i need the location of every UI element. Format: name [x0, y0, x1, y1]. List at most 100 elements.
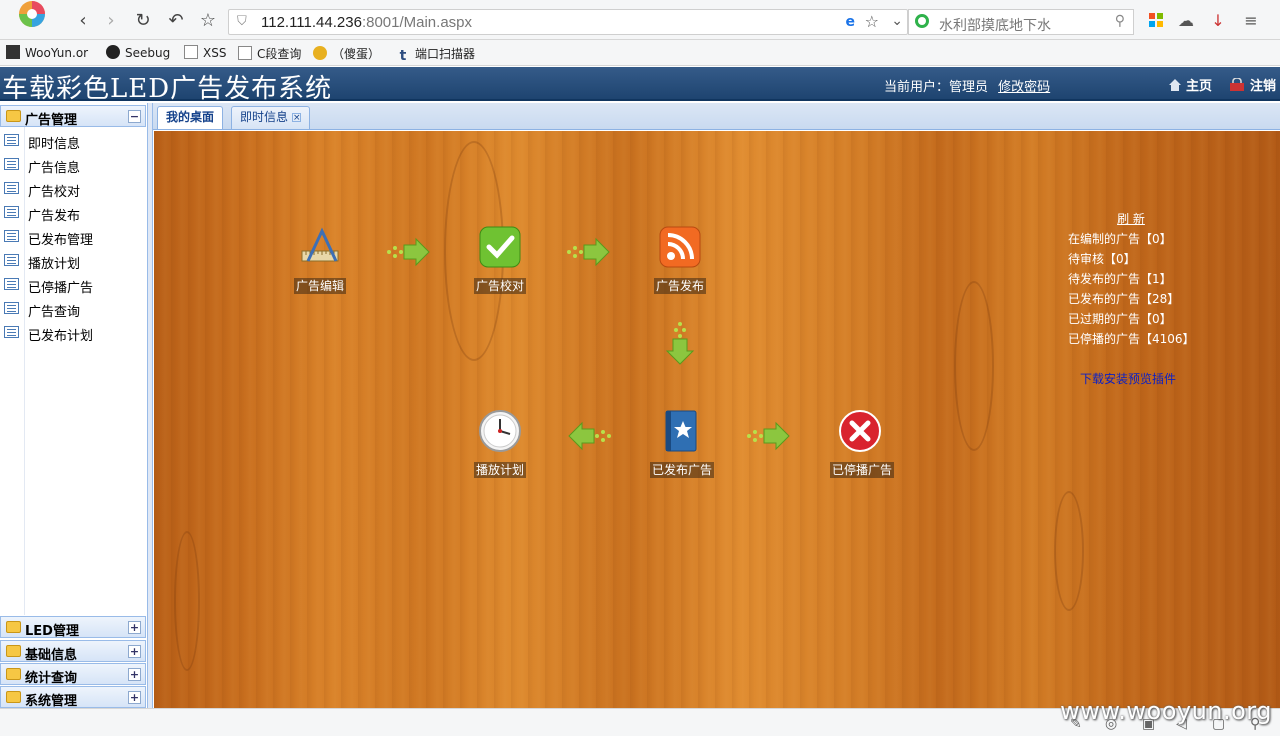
folder-icon: [6, 110, 21, 122]
flow-ad-edit[interactable]: 广告编辑: [290, 225, 350, 294]
list-icon: [4, 182, 19, 194]
home-link[interactable]: 主页: [1168, 75, 1212, 94]
wooyun-icon: [6, 45, 20, 59]
address-bar[interactable]: ⛉ 112.111.44.236:8001/Main.aspx e ☆ ⌄: [228, 9, 908, 35]
wood-knot: [174, 531, 200, 671]
apps-grid-icon[interactable]: [1145, 12, 1167, 28]
search-text: 水利部摸底地下水: [939, 18, 1051, 34]
reload-icon[interactable]: ↻: [132, 10, 154, 32]
browser-logo-icon[interactable]: [12, 0, 52, 34]
sidebar-item-published-plan[interactable]: 已发布计划: [0, 320, 146, 344]
flow-label: 广告校对: [473, 278, 526, 294]
back-icon[interactable]: ‹: [72, 10, 94, 32]
shield-icon: ⛉: [237, 14, 247, 29]
tab-instant-info[interactable]: 即时信息 ×: [231, 106, 311, 129]
home-icon: [1169, 79, 1181, 91]
stat-pending-publish: 待发布的广告【1】: [1068, 272, 1172, 286]
bookmarks-bar: WooYun.or Seebug XSS C段查询 （傻蛋） t 端口扫描器: [0, 40, 1280, 66]
sidebar-splitter[interactable]: [148, 103, 153, 708]
panel-system-management[interactable]: 系统管理 +: [0, 686, 146, 709]
cloud-icon[interactable]: ☁: [1175, 11, 1197, 30]
sidebar-item-ad-proof[interactable]: 广告校对: [0, 176, 146, 200]
expand-icon[interactable]: +: [128, 645, 141, 658]
clock-icon: [479, 410, 521, 452]
watermark: www.wooyun.org: [1060, 697, 1272, 725]
expand-icon[interactable]: +: [128, 691, 141, 704]
flow-label: 已停播广告: [830, 462, 895, 478]
undo-icon[interactable]: ↶: [165, 10, 187, 32]
bookmark-c-segment[interactable]: C段查询: [238, 45, 301, 62]
change-password-link[interactable]: 修改密码: [998, 80, 1050, 95]
user-info: 当前用户：管理员 修改密码: [884, 76, 1050, 95]
bookmark-shadan[interactable]: （傻蛋）: [313, 45, 380, 62]
current-user-label: 当前用户：管理员: [884, 80, 989, 95]
page-icon: [238, 46, 252, 60]
sidebar-item-instant-info[interactable]: 即时信息: [0, 128, 146, 152]
folder-icon: [6, 691, 21, 703]
close-icon[interactable]: ×: [292, 113, 302, 123]
arrow-right-icon: [567, 237, 610, 267]
wood-knot: [954, 281, 994, 451]
search-box[interactable]: 水利部摸底地下水 ⚲: [908, 9, 1134, 35]
flow-stopped-ads[interactable]: 已停播广告: [830, 409, 895, 478]
bookmark-xss[interactable]: XSS: [184, 45, 226, 60]
collapse-icon[interactable]: −: [128, 110, 141, 123]
bookmark-port-scanner[interactable]: t 端口扫描器: [396, 45, 475, 63]
list-icon: [4, 278, 19, 290]
panel-statistics[interactable]: 统计查询 +: [0, 663, 146, 686]
download-plugin-link[interactable]: 下载安装预览插件: [1080, 369, 1228, 389]
stat-expired: 已过期的广告【0】: [1068, 312, 1172, 326]
list-icon: [4, 326, 19, 338]
tumblr-icon: t: [399, 48, 407, 64]
list-icon: [4, 134, 19, 146]
bookmark-seebug[interactable]: Seebug: [106, 45, 170, 60]
bookmark-star-icon[interactable]: ☆: [865, 12, 879, 31]
sidebar-item-ad-query[interactable]: 广告查询: [0, 296, 146, 320]
tab-my-desktop[interactable]: 我的桌面: [157, 106, 224, 129]
sidebar-item-ad-publish[interactable]: 广告发布: [0, 200, 146, 224]
panel-ad-management[interactable]: 广告管理 −: [0, 105, 146, 128]
folder-icon: [6, 645, 21, 657]
panel-basic-info[interactable]: 基础信息 +: [0, 640, 146, 663]
favorite-icon[interactable]: ☆: [197, 10, 219, 32]
flow-published-ads[interactable]: 已发布广告: [650, 409, 715, 478]
checkmark-icon: [479, 226, 521, 268]
expand-icon[interactable]: +: [128, 668, 141, 681]
flow-ad-publish[interactable]: 广告发布: [650, 225, 710, 294]
sidebar: 广告管理 − 即时信息 广告信息 广告校对 广告发布 已发布管理 播放计划 已停…: [0, 103, 148, 709]
flow-label: 已发布广告: [650, 462, 715, 478]
sidebar-item-ad-info[interactable]: 广告信息: [0, 152, 146, 176]
logout-link[interactable]: 注销: [1228, 75, 1276, 94]
expand-icon[interactable]: +: [128, 621, 141, 634]
panel-led-management[interactable]: LED管理 +: [0, 616, 146, 639]
browser-toolbar: ‹ › ↻ ↶ ☆ ⛉ 112.111.44.236:8001/Main.asp…: [0, 0, 1280, 40]
app-title: 车载彩色LED广告发布系统: [2, 74, 333, 104]
menu-icon[interactable]: ≡: [1240, 11, 1262, 30]
dropdown-icon[interactable]: ⌄: [891, 13, 903, 29]
flow-label: 广告编辑: [293, 278, 346, 294]
stat-pending-review: 待审核【0】: [1068, 252, 1136, 266]
search-icon[interactable]: ⚲: [1115, 13, 1125, 29]
forward-icon[interactable]: ›: [100, 10, 122, 32]
ie-mode-icon[interactable]: e: [846, 14, 856, 30]
search-engine-icon: [915, 14, 929, 28]
ruler-triangle-icon: [301, 227, 339, 262]
list-icon: [4, 254, 19, 266]
list-icon: [4, 302, 19, 314]
shadan-icon: [313, 46, 327, 60]
refresh-link[interactable]: 刷 新: [1068, 209, 1194, 229]
sidebar-item-published-mgmt[interactable]: 已发布管理: [0, 224, 146, 248]
download-icon[interactable]: ↓: [1207, 11, 1229, 30]
sidebar-item-stopped-ads[interactable]: 已停播广告: [0, 272, 146, 296]
arrow-left-icon: [568, 421, 611, 451]
app-header: 车载彩色LED广告发布系统 当前用户：管理员 修改密码 主页 注销: [0, 67, 1280, 104]
flow-ad-proof[interactable]: 广告校对: [470, 225, 530, 294]
sidebar-item-play-plan[interactable]: 播放计划: [0, 248, 146, 272]
flow-play-plan[interactable]: 播放计划: [470, 409, 530, 478]
stat-editing: 在编制的广告【0】: [1068, 232, 1172, 246]
arrow-down-icon: [665, 322, 695, 365]
flow-label: 播放计划: [473, 462, 526, 478]
book-star-icon: [665, 410, 697, 452]
status-bar: ✎ ◎ ▣ ◁ ▢ ⚲ www.wooyun.org: [0, 697, 1280, 736]
bookmark-wooyun[interactable]: WooYun.or: [6, 45, 88, 60]
